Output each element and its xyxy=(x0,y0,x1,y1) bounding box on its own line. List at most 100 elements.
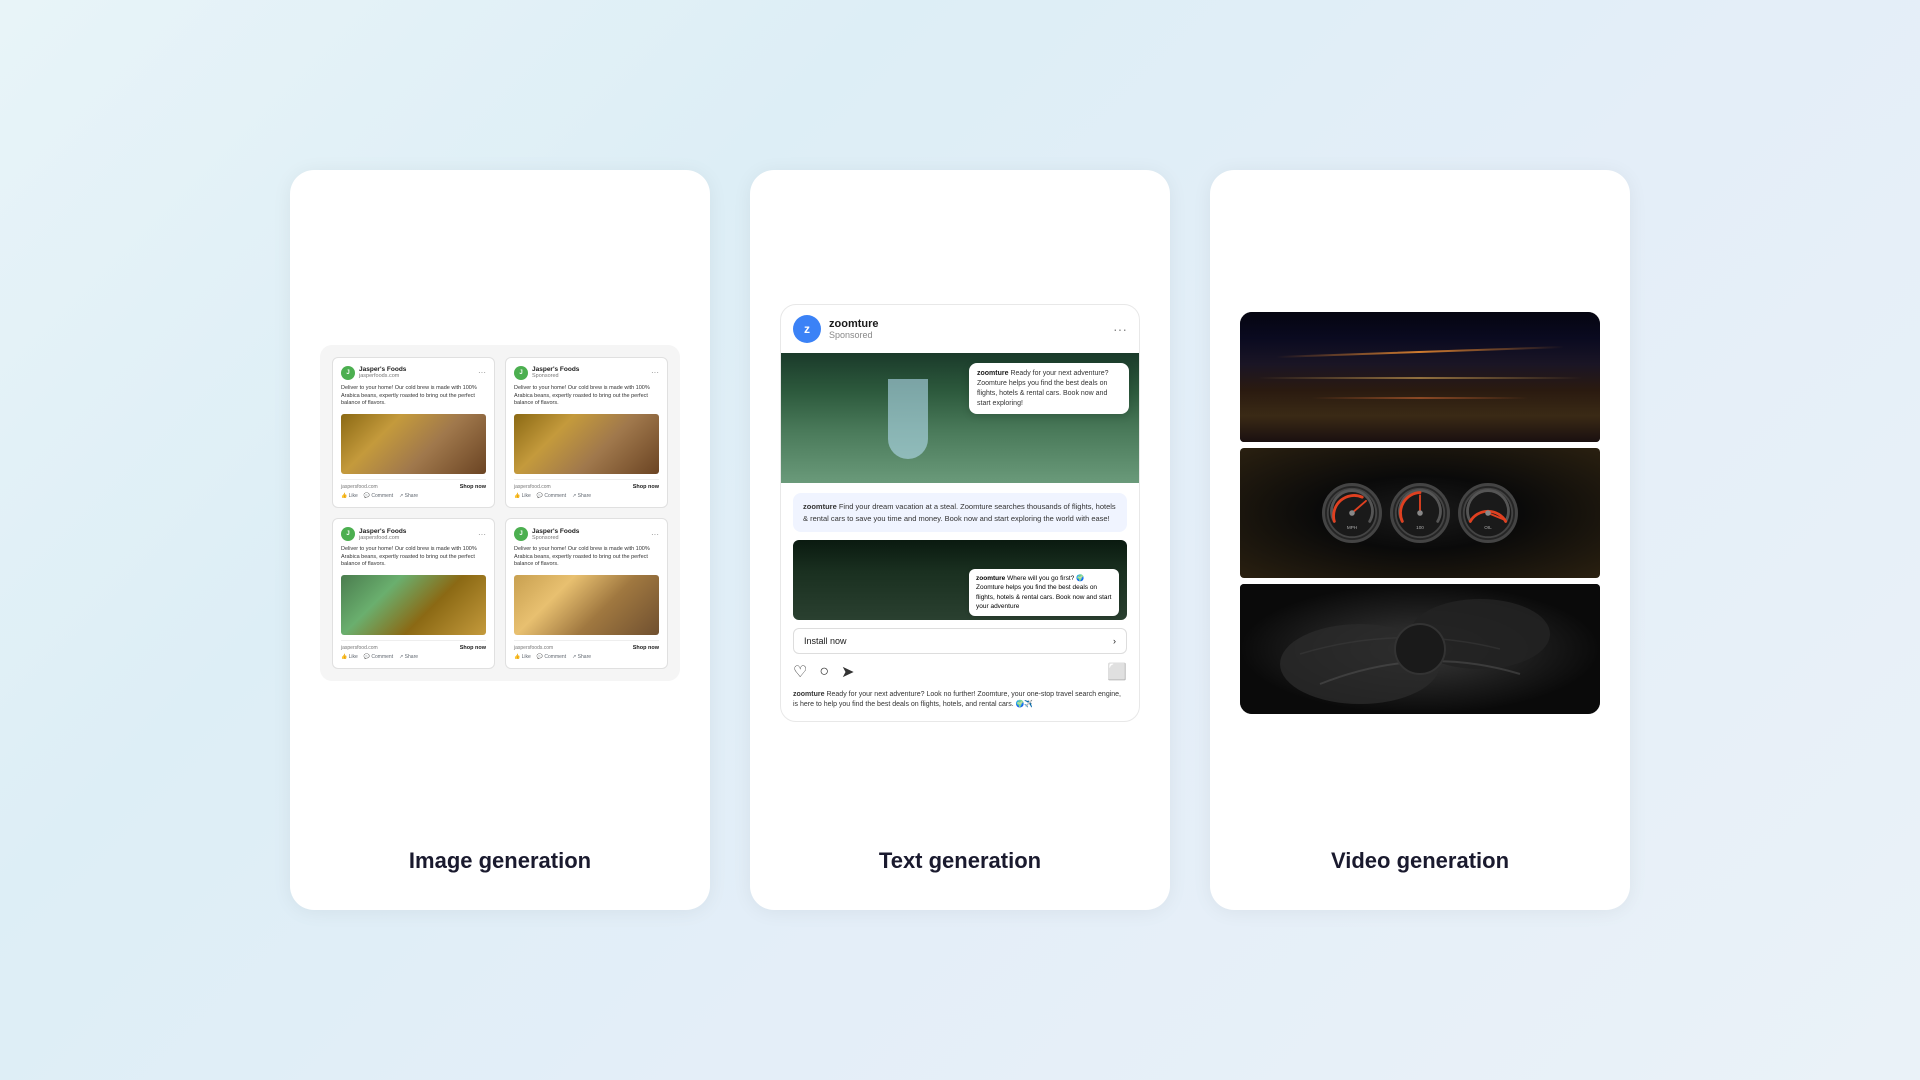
image-generation-card: J Jasper's Foods jasperfoods.com ··· Del… xyxy=(290,170,710,910)
gauge-1: MPH xyxy=(1322,483,1382,543)
ig-desc-bubble: zoomture Find your dream vacation at a s… xyxy=(793,493,1127,532)
text-generation-card: z zoomture Sponsored ··· zoomture Ready … xyxy=(750,170,1170,910)
fb-like-2[interactable]: 👍 Like xyxy=(514,493,531,499)
ig-caption-1-username: zoomture xyxy=(977,370,1010,377)
ig-install-arrow: › xyxy=(1113,636,1116,646)
ig-bookmark-icon[interactable]: ⬜ xyxy=(1107,662,1127,682)
ig-long-caption: zoomture Ready for your next adventure? … xyxy=(793,690,1127,711)
city-night-visual xyxy=(1240,312,1600,442)
fb-post-4-dots: ··· xyxy=(651,530,659,539)
fb-cta-3[interactable]: Shop now xyxy=(460,645,486,651)
fb-post-2-header: J Jasper's Foods Sponsored ··· xyxy=(514,366,659,380)
fb-link-3: jaspersfood.com xyxy=(341,645,378,651)
fb-post-4-image xyxy=(514,575,659,635)
light-streak-3 xyxy=(1312,397,1528,399)
fb-post-3-dots: ··· xyxy=(478,530,486,539)
video-generation-card: MPH 100 xyxy=(1210,170,1630,910)
coffee-img-4 xyxy=(514,575,659,635)
fb-post-1-actions: 👍 Like 💬 Comment ↗ Share xyxy=(341,493,486,499)
fb-share-4[interactable]: ↗ Share xyxy=(572,654,591,660)
ig-actions-row: ♡ ○ ➤ ⬜ xyxy=(793,662,1127,682)
fb-avatar-2: J xyxy=(514,366,528,380)
ig-heart-icon[interactable]: ♡ xyxy=(793,662,807,682)
fb-post-3-actions: 👍 Like 💬 Comment ↗ Share xyxy=(341,654,486,660)
svg-text:100: 100 xyxy=(1416,525,1424,530)
fb-post-1-image xyxy=(341,414,486,474)
fb-post-3-sub: jaspersfood.com xyxy=(359,535,406,541)
fb-post-2-image xyxy=(514,414,659,474)
fb-post-2-footer: jaspersfood.com Shop now xyxy=(514,479,659,490)
fb-share-3[interactable]: ↗ Share xyxy=(399,654,418,660)
fb-post-1-footer: jaspersfood.com Shop now xyxy=(341,479,486,490)
fb-post-2: J Jasper's Foods Sponsored ··· Deliver t… xyxy=(505,357,668,508)
video-strip-2: MPH 100 xyxy=(1240,448,1600,578)
ig-avatar: z xyxy=(793,315,821,343)
fb-post-1-sub: jasperfoods.com xyxy=(359,373,406,379)
fb-comment-2[interactable]: 💬 Comment xyxy=(537,493,566,499)
ig-share-icon[interactable]: ➤ xyxy=(841,662,854,682)
ig-long-caption-username: zoomture xyxy=(793,691,826,698)
light-streak-2 xyxy=(1258,377,1582,379)
coffee-img-3 xyxy=(341,575,486,635)
fb-post-1-header: J Jasper's Foods jasperfoods.com ··· xyxy=(341,366,486,380)
ig-caption-2-username: zoomture xyxy=(976,575,1007,582)
video-strip-3 xyxy=(1240,584,1600,714)
waterfall-stream xyxy=(888,379,928,459)
coffee-img-2 xyxy=(514,414,659,474)
ig-username: zoomture xyxy=(829,318,879,330)
image-gen-preview: J Jasper's Foods jasperfoods.com ··· Del… xyxy=(320,210,680,816)
video-gen-mockup: MPH 100 xyxy=(1240,312,1600,714)
fb-link-2: jaspersfood.com xyxy=(514,484,551,490)
fb-post-2-actions: 👍 Like 💬 Comment ↗ Share xyxy=(514,493,659,499)
abstract-visual xyxy=(1240,584,1600,714)
ig-comment-icon[interactable]: ○ xyxy=(819,663,829,681)
ig-sponsored: Sponsored xyxy=(829,330,879,340)
fb-link-1: jaspersfood.com xyxy=(341,484,378,490)
svg-text:MPH: MPH xyxy=(1347,525,1357,530)
fb-post-1-title: Jasper's Foods xyxy=(359,366,406,373)
fb-post-2-text: Deliver to your home! Our cold brew is m… xyxy=(514,385,659,408)
ig-main-image: zoomture Ready for your next adventure? … xyxy=(781,353,1139,483)
video-strip-1 xyxy=(1240,312,1600,442)
ig-desc-text: Find your dream vacation at a steal. Zoo… xyxy=(803,502,1116,522)
fb-post-2-title: Jasper's Foods xyxy=(532,366,579,373)
fb-share-1[interactable]: ↗ Share xyxy=(399,493,418,499)
fb-like-4[interactable]: 👍 Like xyxy=(514,654,531,660)
fb-post-1-text: Deliver to your home! Our cold brew is m… xyxy=(341,385,486,408)
fb-comment-4[interactable]: 💬 Comment xyxy=(537,654,566,660)
fb-avatar-3: J xyxy=(341,527,355,541)
image-gen-label: Image generation xyxy=(409,848,591,874)
fb-post-2-dots: ··· xyxy=(651,368,659,377)
ig-caption-bubble-2: zoomture Where will you go first? 🌍 Zoom… xyxy=(969,569,1119,615)
cards-container: J Jasper's Foods jasperfoods.com ··· Del… xyxy=(250,130,1670,950)
fb-avatar-4: J xyxy=(514,527,528,541)
gauge-2: 100 xyxy=(1390,483,1450,543)
video-gen-preview: MPH 100 xyxy=(1240,210,1600,816)
speedometer-visual: MPH 100 xyxy=(1240,448,1600,578)
image-gen-mockup: J Jasper's Foods jasperfoods.com ··· Del… xyxy=(320,345,680,681)
fb-post-4-sub: Sponsored xyxy=(532,535,579,541)
fb-post-1: J Jasper's Foods jasperfoods.com ··· Del… xyxy=(332,357,495,508)
ig-caption-bubble-1: zoomture Ready for your next adventure? … xyxy=(969,363,1129,414)
fb-cta-4[interactable]: Shop now xyxy=(633,645,659,651)
fb-share-2[interactable]: ↗ Share xyxy=(572,493,591,499)
text-gen-preview: z zoomture Sponsored ··· zoomture Ready … xyxy=(780,210,1140,816)
text-gen-label: Text generation xyxy=(879,848,1041,874)
fb-like-3[interactable]: 👍 Like xyxy=(341,654,358,660)
fb-comment-1[interactable]: 💬 Comment xyxy=(364,493,393,499)
fb-cta-1[interactable]: Shop now xyxy=(460,484,486,490)
ig-body: zoomture Find your dream vacation at a s… xyxy=(781,483,1139,721)
fb-cta-2[interactable]: Shop now xyxy=(633,484,659,490)
fb-post-4-actions: 👍 Like 💬 Comment ↗ Share xyxy=(514,654,659,660)
fb-post-4-title: Jasper's Foods xyxy=(532,528,579,535)
fb-like-1[interactable]: 👍 Like xyxy=(341,493,358,499)
fb-post-3-text: Deliver to your home! Our cold brew is m… xyxy=(341,546,486,569)
fb-post-2-sub: Sponsored xyxy=(532,373,579,379)
fb-comment-3[interactable]: 💬 Comment xyxy=(364,654,393,660)
ig-install-button[interactable]: Install now › xyxy=(793,628,1127,654)
ig-header: z zoomture Sponsored ··· xyxy=(781,305,1139,353)
fb-post-3-footer: jaspersfood.com Shop now xyxy=(341,640,486,651)
ig-dots: ··· xyxy=(1113,321,1127,337)
ig-long-caption-text: Ready for your next adventure? Look no f… xyxy=(793,691,1121,709)
fb-post-3: J Jasper's Foods jaspersfood.com ··· Del… xyxy=(332,518,495,669)
